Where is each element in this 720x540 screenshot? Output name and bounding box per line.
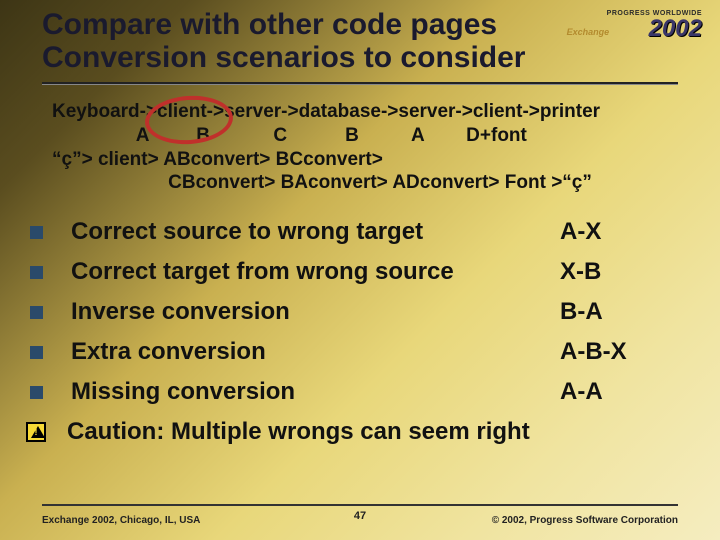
- bullet-text: Correct source to wrong target: [71, 218, 560, 246]
- logo-year: 2002: [649, 15, 702, 42]
- list-item: Extra conversion A-B-X: [30, 338, 690, 366]
- bullet-code: A-X: [560, 218, 690, 246]
- slide: Compare with other code pages Conversion…: [0, 0, 720, 540]
- list-item-caution: Caution: Multiple wrongs can seem right: [30, 418, 690, 446]
- body-line-2: A B C B A D+font: [52, 124, 600, 148]
- bullet-list: Correct source to wrong target A-X Corre…: [30, 218, 690, 458]
- title-underline: [42, 82, 678, 85]
- bullet-icon: [30, 386, 43, 399]
- caution-icon: [26, 422, 46, 442]
- list-item: Inverse conversion B-A: [30, 298, 690, 326]
- logo: PROGRESS WORLDWIDE Exchange 2002: [607, 10, 702, 41]
- caution-text: Caution: Multiple wrongs can seem right: [67, 418, 690, 446]
- bullet-code: X-B: [560, 258, 690, 286]
- title-line-2: Conversion scenarios to consider: [42, 41, 525, 74]
- list-item: Correct target from wrong source X-B: [30, 258, 690, 286]
- bullet-text: Missing conversion: [71, 378, 560, 406]
- body-text: Keyboard->client->server->database->serv…: [52, 100, 600, 195]
- bullet-icon: [30, 346, 43, 359]
- bullet-icon: [30, 226, 43, 239]
- bullet-code: A-B-X: [560, 338, 690, 366]
- body-line-1: Keyboard->client->server->database->serv…: [52, 100, 600, 124]
- bullet-text: Inverse conversion: [71, 298, 560, 326]
- logo-exchange: Exchange: [567, 28, 610, 37]
- body-line-3: “ç”> client> ABconvert> BCconvert>: [52, 148, 600, 172]
- bullet-code: B-A: [560, 298, 690, 326]
- footer-right: © 2002, Progress Software Corporation: [492, 515, 678, 526]
- bullet-text: Extra conversion: [71, 338, 560, 366]
- slide-title: Compare with other code pages Conversion…: [42, 8, 642, 74]
- bullet-icon: [30, 266, 43, 279]
- body-line-4: CBconvert> BAconvert> ADconvert> Font >“…: [52, 171, 600, 195]
- bullet-icon: [30, 306, 43, 319]
- list-item: Missing conversion A-A: [30, 378, 690, 406]
- list-item: Correct source to wrong target A-X: [30, 218, 690, 246]
- footer-rule: [42, 504, 678, 506]
- bullet-code: A-A: [560, 378, 690, 406]
- title-line-1: Compare with other code pages: [42, 8, 497, 41]
- bullet-text: Correct target from wrong source: [71, 258, 560, 286]
